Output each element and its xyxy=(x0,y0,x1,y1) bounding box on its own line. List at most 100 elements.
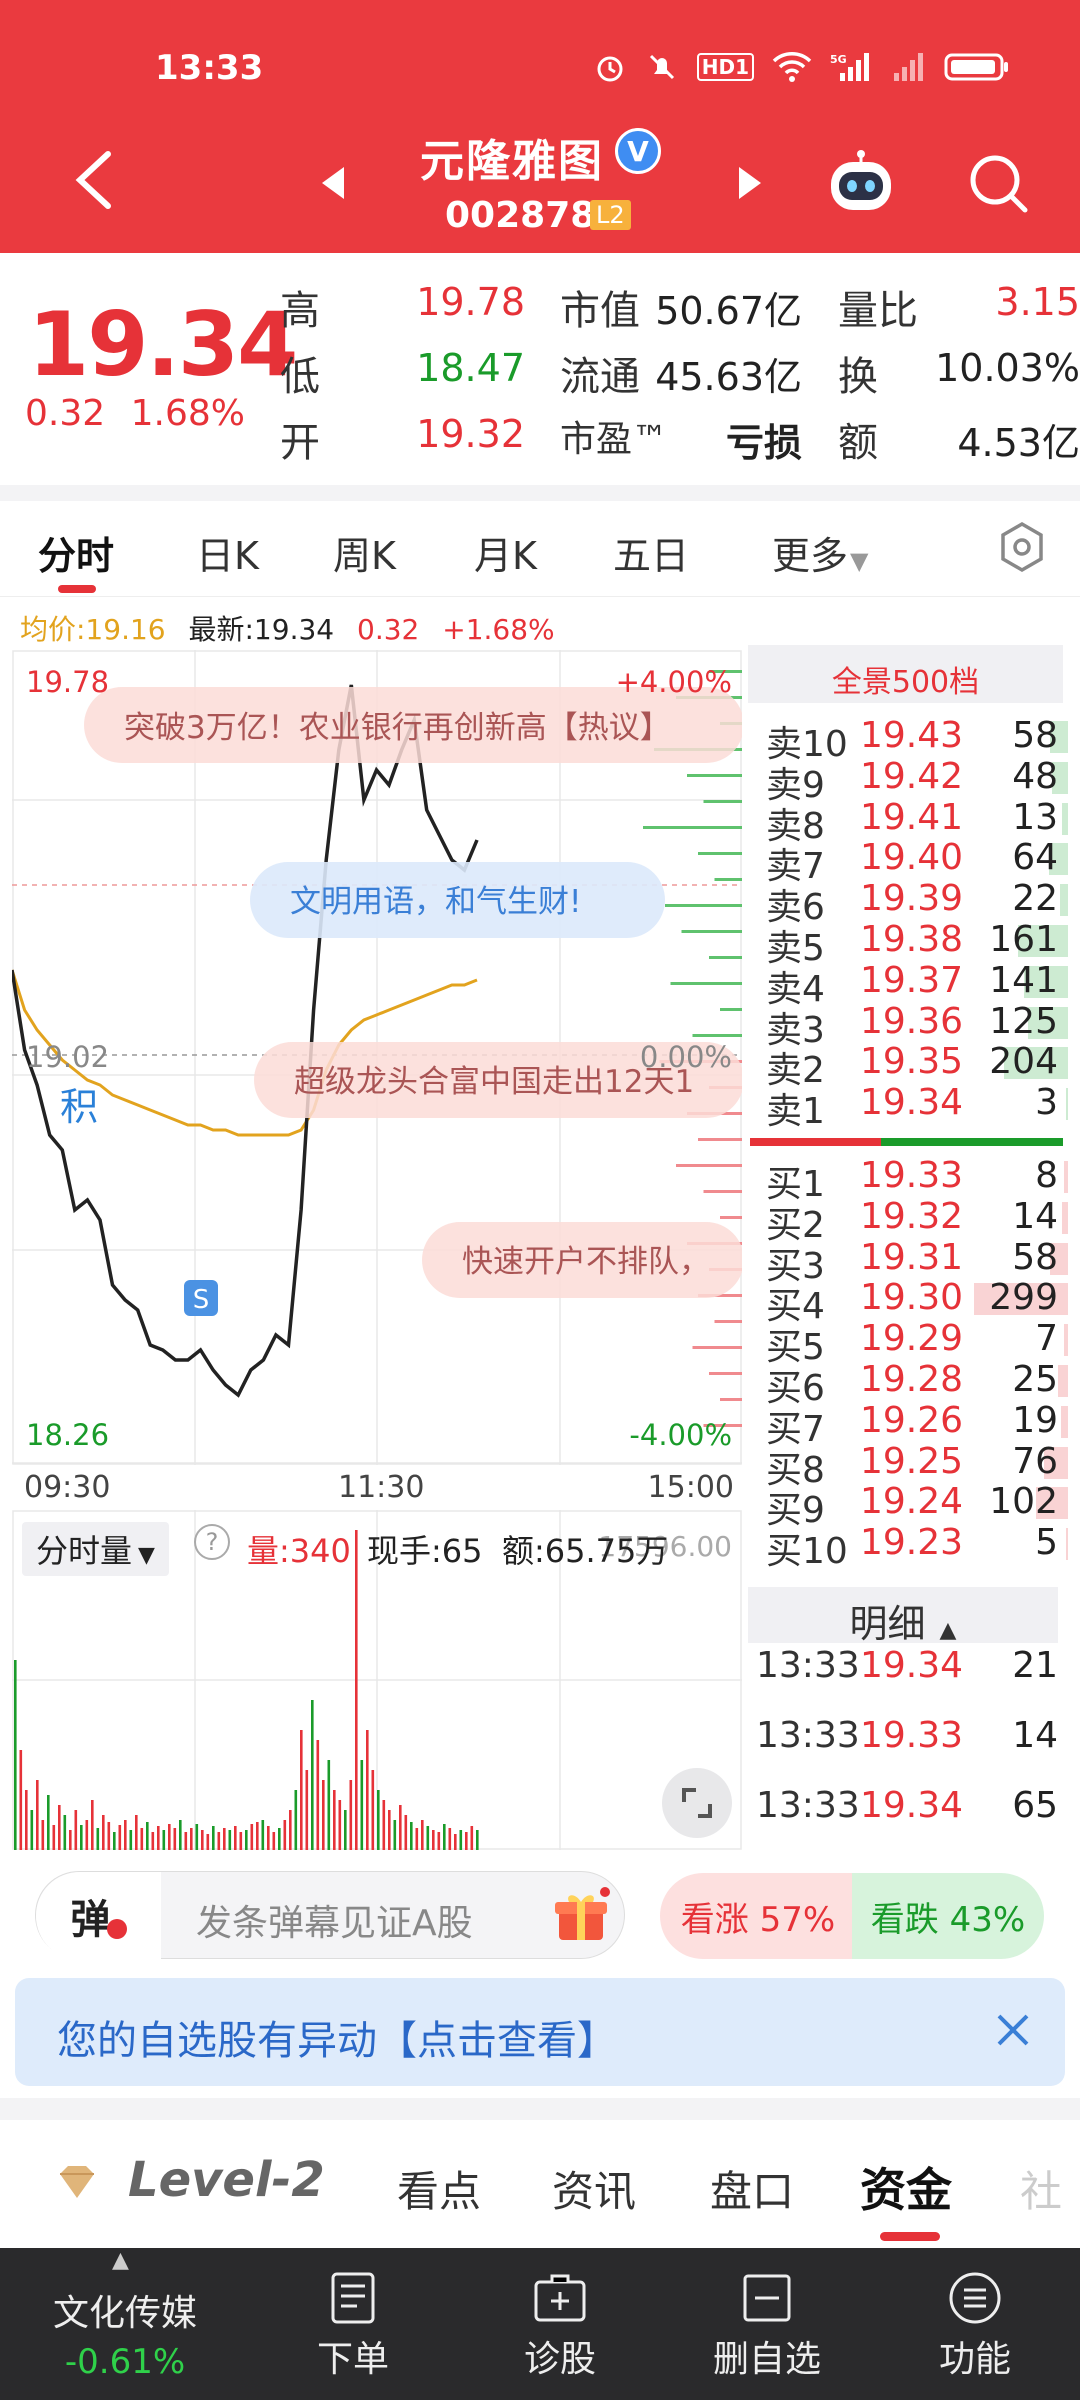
remove-watchlist-button[interactable]: 删自选 xyxy=(682,2248,852,2400)
watchlist-alert-banner[interactable]: 您的自选股有异动【点击查看】 xyxy=(15,1978,1065,2086)
order-book-title[interactable]: 全景500档 xyxy=(748,645,1063,703)
bid-level[interactable]: 买9 19.24 102 xyxy=(748,1481,1068,1531)
ask-level[interactable]: 卖7 19.40 64 xyxy=(748,837,1068,887)
tab-weekly-k[interactable]: 周K xyxy=(333,525,396,580)
robot-assistant-icon[interactable] xyxy=(825,148,897,216)
level-volume: 3 xyxy=(1035,1082,1058,1124)
tab-capital[interactable]: 资金 xyxy=(860,2154,952,2220)
tab-five-day[interactable]: 五日 xyxy=(613,525,689,580)
sector-name: 文化传媒 xyxy=(52,2293,197,2334)
danmu-input[interactable]: 弹 发条弹幕见证A股 xyxy=(35,1871,625,1960)
volume-bar xyxy=(234,1826,237,1850)
volume-bars xyxy=(14,1530,479,1850)
sector-button[interactable]: ▲ 文化传媒 -0.61% xyxy=(40,2248,210,2400)
tab-level2[interactable]: Level-2 xyxy=(128,2152,325,2208)
ask-level[interactable]: 卖4 19.37 141 xyxy=(748,960,1068,1010)
expand-chart-button[interactable] xyxy=(662,1768,732,1838)
heat-bar xyxy=(692,1346,742,1349)
tab-monthly-k[interactable]: 月K xyxy=(474,525,537,580)
bid-level[interactable]: 买4 19.30 299 xyxy=(748,1277,1068,1327)
bid-level[interactable]: 买1 19.33 8 xyxy=(748,1155,1068,1205)
volume-bar xyxy=(102,1815,105,1850)
heat-bar xyxy=(698,1138,742,1141)
volume-type-label: 分时量 xyxy=(36,1532,133,1570)
settings-hexagon-icon[interactable] xyxy=(998,521,1046,573)
tick-detail-title: 明细 xyxy=(849,1602,926,1646)
volume-bar xyxy=(272,1832,276,1850)
intraday-chart[interactable]: 突破3万亿！农业银行再创新高【热议】 文明用语，和气生财! 超级龙头合富中国走出… xyxy=(12,650,742,1465)
sell-marker[interactable]: S xyxy=(193,1285,210,1315)
ask-level[interactable]: 卖1 19.34 3 xyxy=(748,1082,1068,1132)
level-price: 19.33 xyxy=(860,1155,964,1196)
next-stock-button[interactable] xyxy=(735,165,765,201)
volume-bar xyxy=(355,1530,358,1850)
bid-level[interactable]: 买6 19.28 25 xyxy=(748,1359,1068,1409)
level-price: 19.42 xyxy=(860,755,964,797)
buy-marker[interactable]: 积 xyxy=(60,1085,98,1129)
danmu-toggle-button[interactable]: 弹 xyxy=(36,1872,161,1960)
ask-level[interactable]: 卖6 19.39 22 xyxy=(748,878,1068,928)
search-icon[interactable] xyxy=(965,150,1030,215)
tab-more[interactable]: 更多▼ xyxy=(772,525,868,580)
active-tab-indicator xyxy=(58,585,96,593)
level-price: 19.25 xyxy=(860,1440,964,1482)
prev-stock-button[interactable] xyxy=(318,165,348,201)
tick-detail-header[interactable]: 明细 ▲ xyxy=(748,1587,1058,1646)
danmu-placeholder: 发条弹幕见证A股 xyxy=(196,1903,473,1944)
ask-level[interactable]: 卖8 19.41 13 xyxy=(748,797,1068,847)
level-price: 19.36 xyxy=(860,1000,964,1042)
volume-bar xyxy=(129,1830,133,1850)
volume-bar xyxy=(305,1770,309,1850)
volume-ratio-label: 量比 xyxy=(838,288,918,334)
order-button[interactable]: 下单 xyxy=(268,2248,438,2400)
ask-level[interactable]: 卖10 19.43 58 xyxy=(748,715,1068,765)
price-info-line: 均价:19.16 最新:19.34 0.32 +1.68% xyxy=(20,608,555,648)
bid-level[interactable]: 买10 19.23 5 xyxy=(748,1522,1068,1572)
functions-button[interactable]: 功能 xyxy=(890,2248,1060,2400)
help-icon[interactable]: ? xyxy=(194,1524,230,1560)
high-value: 19.78 xyxy=(416,280,525,324)
level-volume: 58 xyxy=(1012,1236,1058,1278)
level-price: 19.43 xyxy=(860,715,964,756)
bearish-vote-button[interactable]: 看跌 43% xyxy=(852,1873,1044,1959)
tab-daily-k[interactable]: 日K xyxy=(196,525,259,580)
ask-level[interactable]: 卖5 19.38 161 xyxy=(748,919,1068,969)
tab-intraday[interactable]: 分时 xyxy=(38,525,114,580)
diagnose-button[interactable]: 诊股 xyxy=(475,2248,645,2400)
bid-level[interactable]: 买2 19.32 14 xyxy=(748,1196,1068,1246)
turnover-label: 换 xyxy=(838,354,878,400)
mute-icon xyxy=(649,54,674,80)
quote-panel: 19.34 0.32 1.68% 高 19.78 市值 50.67亿 量比 3.… xyxy=(0,253,1080,485)
bid-level[interactable]: 买8 19.25 76 xyxy=(748,1440,1068,1491)
sector-change: -0.61% xyxy=(64,2342,186,2382)
volume-bar xyxy=(250,1824,254,1850)
bid-level[interactable]: 买7 19.26 19 xyxy=(748,1400,1068,1450)
tab-highlights[interactable]: 看点 xyxy=(397,2158,481,2219)
volume-bar xyxy=(41,1820,45,1850)
ask-level[interactable]: 卖3 19.36 125 xyxy=(748,1000,1068,1051)
bid-level[interactable]: 买3 19.31 58 xyxy=(748,1236,1068,1287)
danmu-layer: 突破3万亿！农业银行再创新高【热议】 文明用语，和气生财! 超级龙头合富中国走出… xyxy=(84,687,742,1298)
volume-bar xyxy=(322,1780,325,1850)
close-icon[interactable] xyxy=(989,2006,1037,2054)
order-label: 下单 xyxy=(316,2339,389,2380)
tab-order-book[interactable]: 盘口 xyxy=(710,2158,794,2219)
ask-level[interactable]: 卖2 19.35 204 xyxy=(748,1041,1068,1091)
medkit-icon xyxy=(534,2274,586,2322)
volume-bar xyxy=(96,1828,100,1850)
back-button[interactable] xyxy=(70,150,120,210)
tab-community[interactable]: 社 xyxy=(1020,2158,1062,2219)
bullish-vote-button[interactable]: 看涨 57% xyxy=(660,1873,856,1959)
bid-level[interactable]: 买5 19.29 7 xyxy=(748,1318,1068,1368)
heat-bar xyxy=(714,1320,742,1323)
pct-mid-label: 0.00% xyxy=(640,1040,732,1074)
tab-news[interactable]: 资讯 xyxy=(552,2158,636,2219)
gift-icon[interactable] xyxy=(551,1886,611,1946)
ask-level[interactable]: 卖9 19.42 48 xyxy=(748,755,1068,806)
caret-down-icon: ▼ xyxy=(138,1543,155,1568)
volume-type-select[interactable]: 分时量 ▼ xyxy=(22,1522,169,1576)
volume-bar xyxy=(201,1830,204,1850)
heat-bar xyxy=(692,1034,742,1037)
current-price: 19.34 xyxy=(28,293,298,396)
volume-bar xyxy=(393,1820,397,1850)
